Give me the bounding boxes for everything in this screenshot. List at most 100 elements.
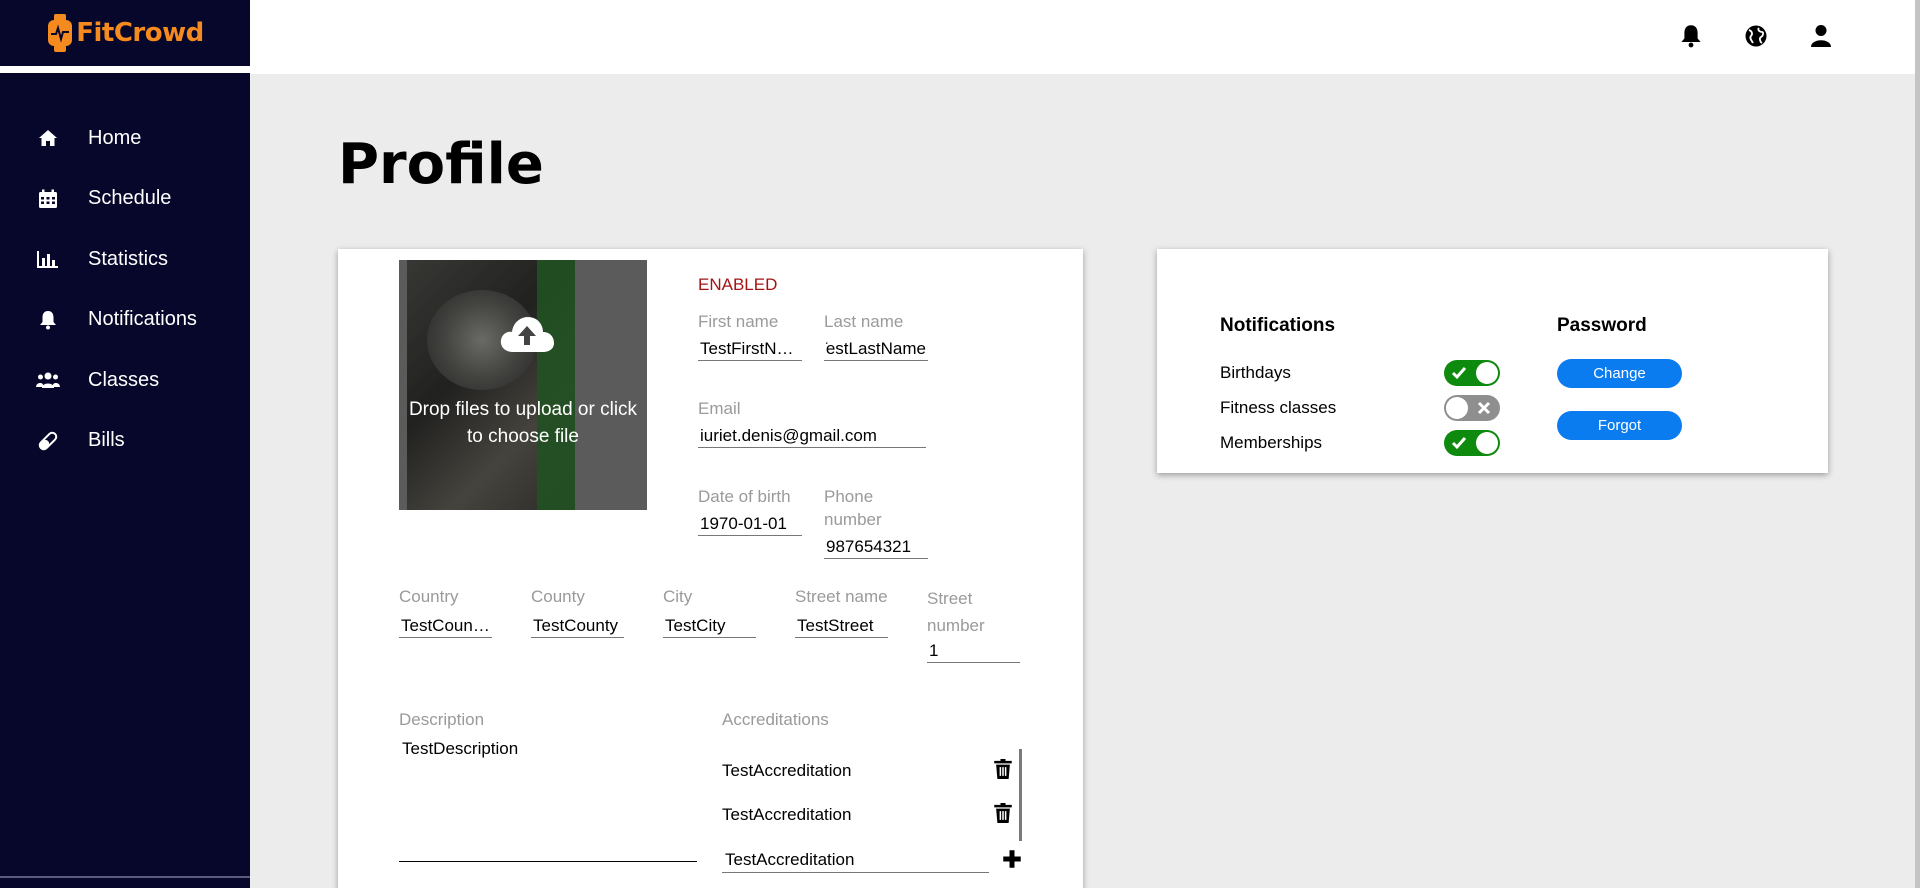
topbar-icons [1677,22,1835,50]
logo-area: FitCrowd [0,0,250,70]
fitcrowd-logo[interactable]: FitCrowd [46,13,204,53]
city-field: City [663,585,756,638]
bell-icon [36,308,60,332]
new-accreditation-input[interactable] [722,848,989,873]
last-name-field: Last name [824,310,928,361]
users-icon [36,368,60,392]
city-label: City [663,587,693,606]
trash-icon[interactable] [994,759,1012,779]
street-name-label: Street name [795,587,888,606]
email-field: Email [698,397,926,448]
country-label: Country [399,587,459,606]
trash-icon[interactable] [994,803,1012,823]
phone-field: Phone number [824,485,928,559]
toggle-label: Fitness classes [1220,397,1337,417]
sidebar-item-label: Classes [88,368,160,391]
sidebar-footer [0,876,250,888]
sidebar-item-statistics[interactable]: Statistics [0,229,250,290]
accreditations-list: TestAccreditation TestAccreditation [722,749,1022,841]
globe-icon[interactable] [1742,22,1770,50]
account-status: ENABLED [698,275,778,294]
county-field: County [531,585,624,638]
plus-icon[interactable] [1002,849,1022,869]
upload-overlay [399,260,647,510]
sidebar-nav: Home Schedule Statistics Notifications C… [0,108,250,471]
smartwatch-icon [48,14,73,52]
description-label: Description [399,710,485,729]
first-name-input[interactable] [698,337,802,361]
app-name: FitCrowd [76,18,204,48]
sidebar-item-classes[interactable]: Classes [0,350,250,411]
bell-icon[interactable] [1677,22,1705,50]
sidebar-item-schedule[interactable]: Schedule [0,169,250,230]
sidebar-item-bills[interactable]: Bills [0,411,250,472]
toggle-knob [1476,362,1498,384]
first-name-label: First name [698,312,779,331]
sidebar-item-label: Statistics [88,247,169,270]
list-item: TestAccreditation [722,793,1022,837]
birthdays-toggle[interactable] [1444,360,1500,386]
fitness-classes-toggle[interactable] [1444,395,1500,421]
bar-chart-icon [36,247,60,271]
sidebar-item-notifications[interactable]: Notifications [0,290,250,351]
password-heading: Password [1557,315,1647,336]
toggle-label: Memberships [1220,432,1323,452]
accreditations-label: Accreditations [722,710,829,729]
calendar-icon [36,187,60,211]
street-number-field: Street number [927,585,1020,663]
county-input[interactable] [531,614,624,638]
pill-icon [36,429,60,453]
notification-toggle-row-fitness-classes: Fitness classes [1220,390,1500,425]
sidebar-item-label: Schedule [88,187,172,210]
first-name-field: First name [698,310,802,361]
sidebar-item-label: Home [88,126,142,149]
list-item: TestAccreditation [722,749,1022,793]
email-label: Email [698,399,741,418]
upload-instructions: Drop files to upload or click to choose … [408,399,638,447]
toggle-knob [1476,432,1498,454]
sidebar-item-label: Notifications [88,308,197,331]
sidebar: FitCrowd Home Schedule Statistics Notifi… [0,0,250,888]
accreditations-scrollbar[interactable] [1019,749,1022,841]
photo-upload-dropzone[interactable]: Drop files to upload or click to choose … [399,260,647,510]
email-input[interactable] [698,424,926,448]
topbar [250,0,1915,74]
last-name-label: Last name [824,312,904,331]
page-title: Profile [338,132,544,197]
county-label: County [531,587,585,606]
toggle-knob [1446,397,1468,419]
accreditation-name: TestAccreditation [722,805,852,824]
street-number-label: Street number [927,589,985,635]
dob-input[interactable] [698,512,802,536]
close-icon [1477,401,1491,415]
notification-toggle-row-birthdays: Birthdays [1220,355,1500,390]
check-icon [1451,437,1467,450]
street-name-input[interactable] [795,614,888,638]
cloud-upload-icon [500,317,554,352]
country-field: Country [399,585,492,638]
profile-card: Drop files to upload or click to choose … [338,249,1083,888]
memberships-toggle[interactable] [1444,430,1500,456]
settings-card: Notifications Birthdays Fitness classes … [1157,249,1828,473]
forgot-password-button[interactable]: Forgot [1557,411,1682,440]
country-input[interactable] [399,614,492,638]
street-number-input[interactable] [927,639,1020,663]
accreditation-name: TestAccreditation [722,761,852,780]
phone-label: Phone number [824,487,882,529]
user-icon[interactable] [1807,22,1835,50]
street-name-field: Street name [795,585,888,638]
check-icon [1451,367,1467,380]
dob-label: Date of birth [698,487,791,506]
last-name-input[interactable] [824,337,928,361]
page-scrollbar[interactable] [1915,0,1920,888]
description-textarea[interactable]: TestDescription [399,737,697,862]
dob-field: Date of birth [698,485,802,536]
change-password-button[interactable]: Change [1557,359,1682,388]
city-input[interactable] [663,614,756,638]
sidebar-item-home[interactable]: Home [0,108,250,169]
home-icon [36,126,60,150]
sidebar-item-label: Bills [88,429,125,452]
phone-input[interactable] [824,535,928,559]
toggle-label: Birthdays [1220,362,1291,382]
notification-toggle-row-memberships: Memberships [1220,425,1500,460]
